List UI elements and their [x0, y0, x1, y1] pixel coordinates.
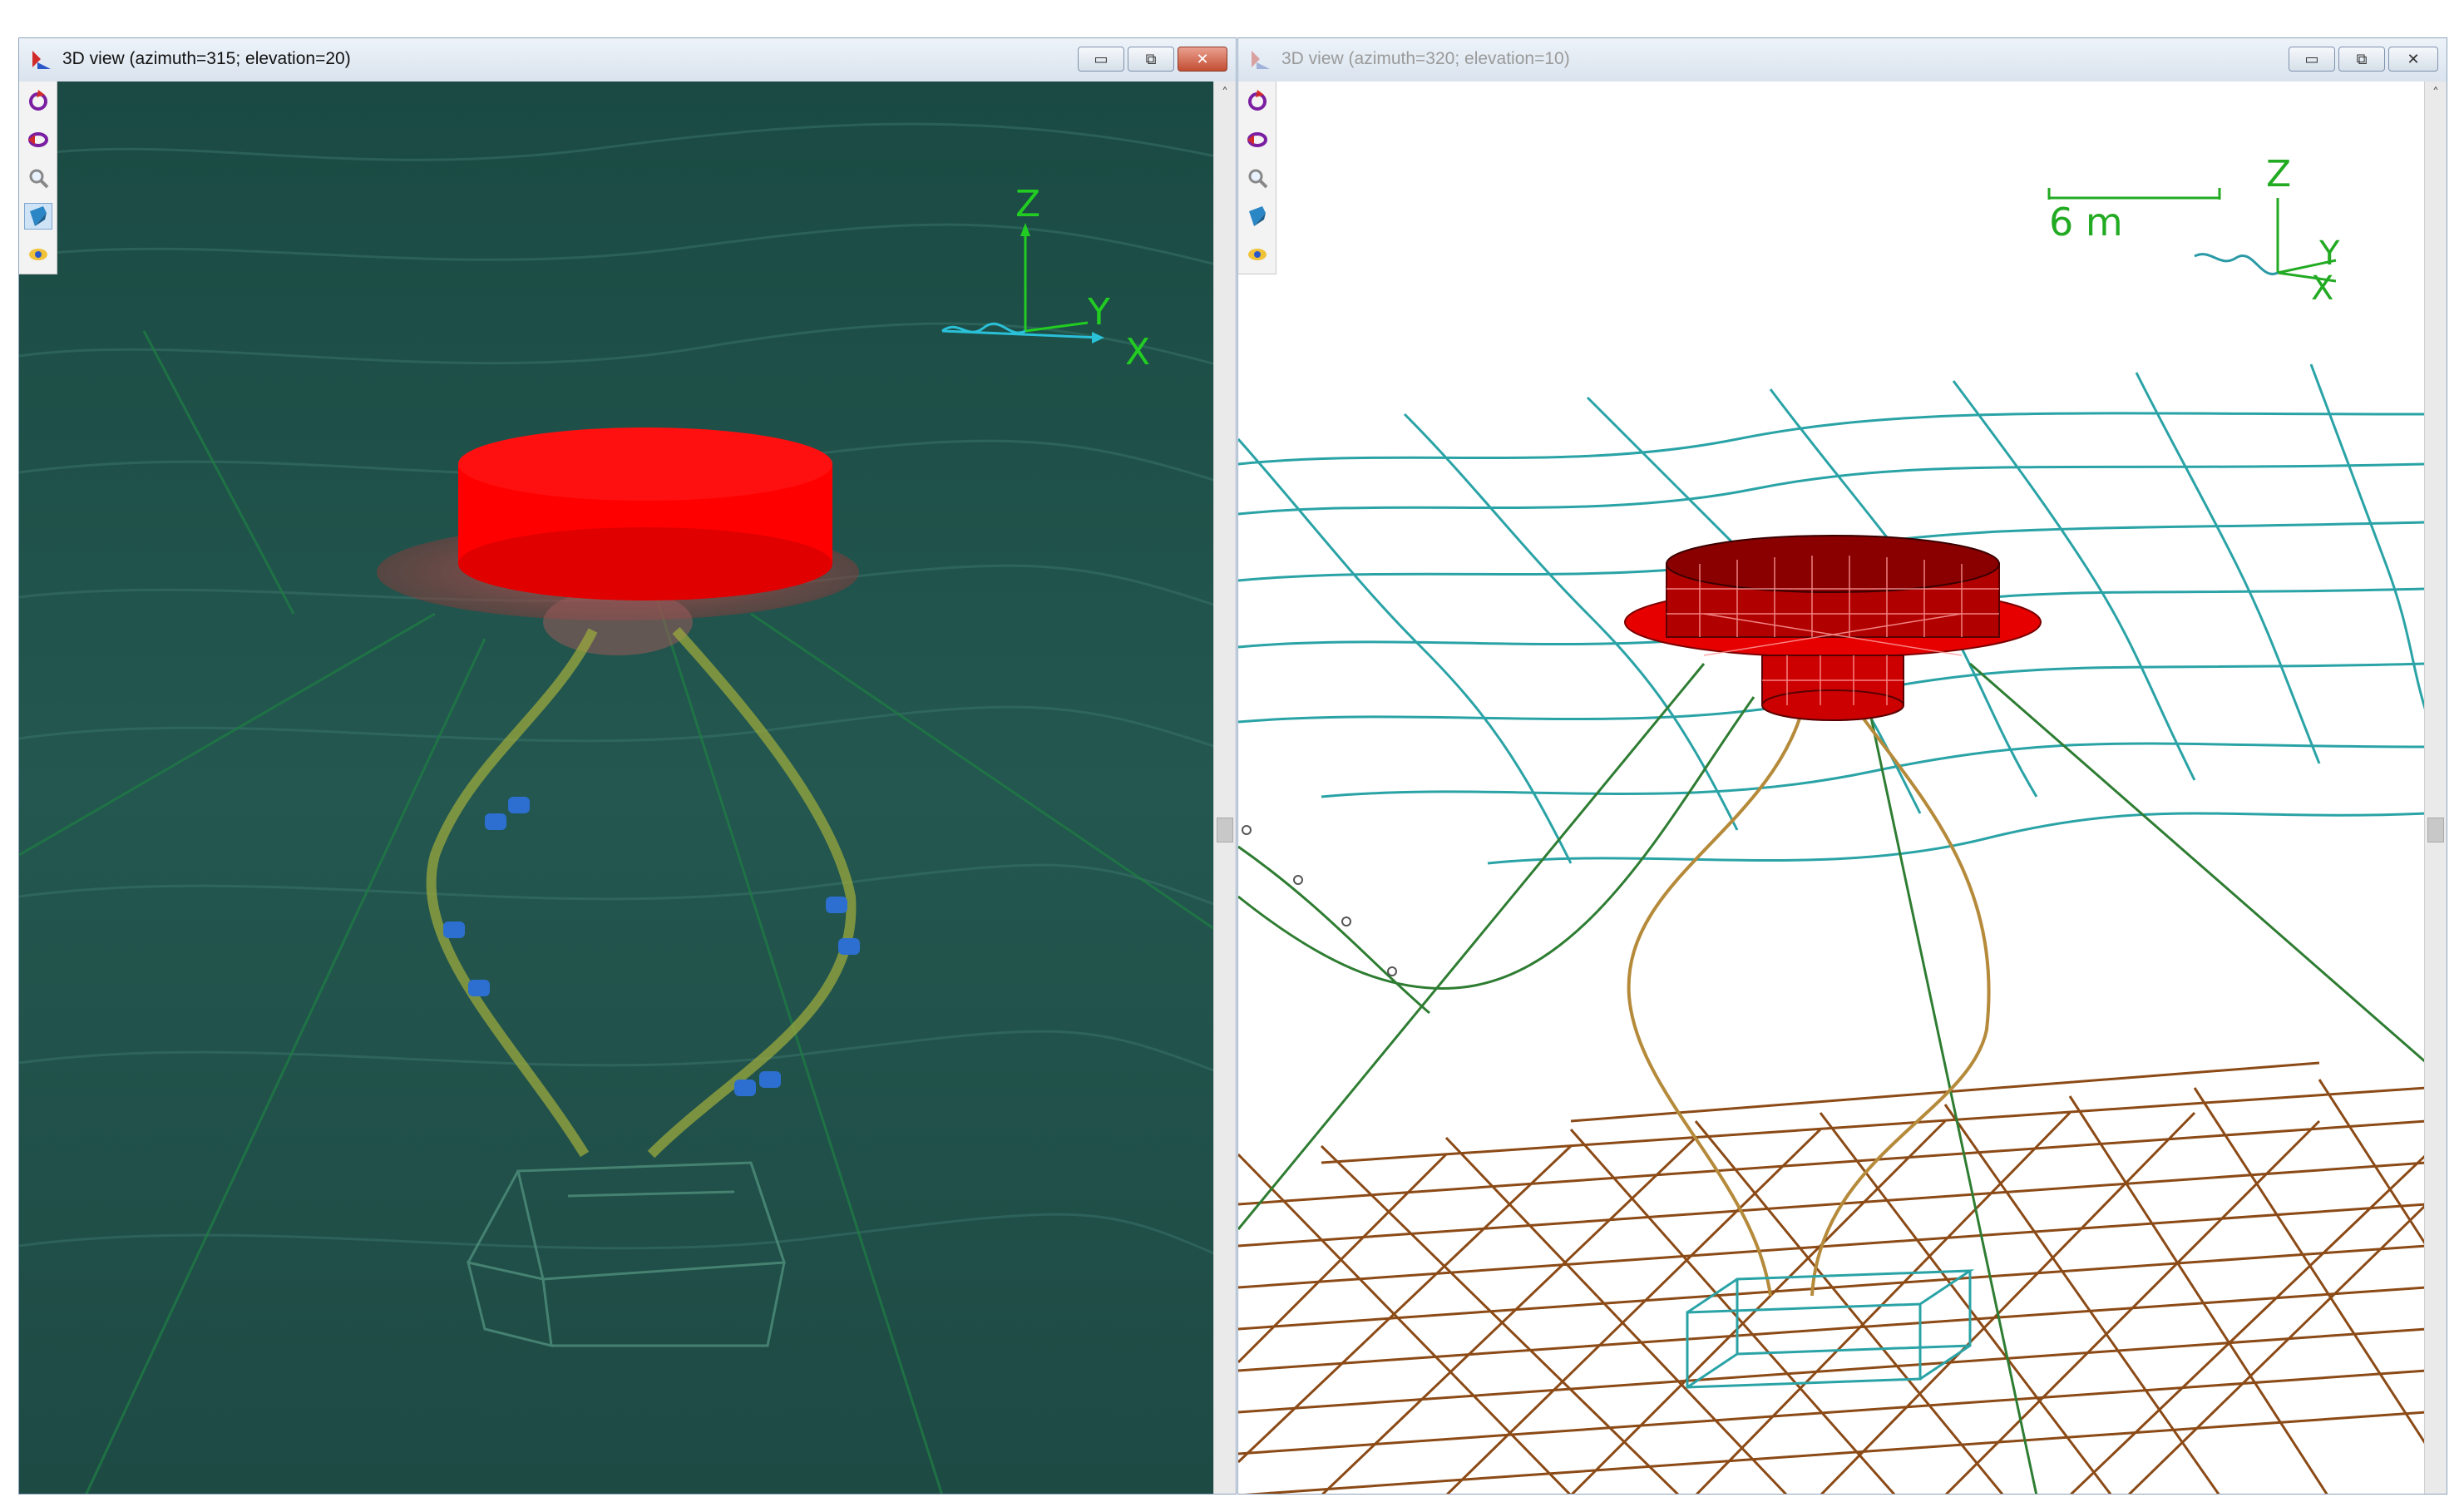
zoom-icon	[29, 169, 48, 189]
scroll-up-arrow-icon[interactable]: ˄	[2425, 85, 2447, 101]
x-axis-label: X	[1125, 331, 1150, 373]
scale-label: 6 m	[2049, 200, 2123, 245]
window-title: 3D view (azimuth=320; elevation=10)	[1281, 49, 1570, 68]
wireframe-3d-view-window: 3D view (azimuth=320; elevation=10) ▭ ⧉ …	[1237, 37, 2447, 1495]
view-toolbar	[19, 82, 57, 274]
z-axis-label: Z	[1015, 183, 1040, 225]
rotate-icon	[1247, 90, 1267, 111]
rotate-button[interactable]	[24, 88, 52, 115]
close-button[interactable]: ✕	[1178, 47, 1227, 72]
shaded-view-button[interactable]	[1243, 203, 1272, 230]
pan-icon	[27, 132, 48, 147]
scrollbar-thumb[interactable]	[2427, 818, 2444, 842]
view-options-icon	[28, 249, 47, 260]
maximize-button[interactable]: ⧉	[2338, 47, 2385, 72]
buoyancy-module	[826, 897, 847, 913]
buoy-body	[458, 427, 832, 600]
view-options-icon	[1247, 249, 1267, 260]
zoom-button[interactable]	[24, 165, 52, 191]
title-bar[interactable]: 3D view (azimuth=315; elevation=20) ▭ ⧉ …	[19, 38, 1236, 82]
view-options-button[interactable]	[24, 241, 52, 268]
shaded-view-icon	[1248, 206, 1266, 226]
3d-viewport-wireframe[interactable]: 6 m Z Y X	[1238, 82, 2425, 1494]
zoom-icon	[1248, 169, 1267, 189]
zoom-button[interactable]	[1243, 165, 1272, 191]
pan-icon	[1247, 132, 1267, 147]
view-options-button[interactable]	[1243, 241, 1272, 268]
buoyancy-module	[508, 797, 530, 813]
scrollbar-thumb[interactable]	[1217, 818, 1233, 842]
minimize-button[interactable]: ▭	[1078, 47, 1124, 72]
scroll-up-arrow-icon[interactable]: ˄	[1214, 85, 1236, 101]
buoyancy-module	[759, 1071, 781, 1088]
minimize-button[interactable]: ▭	[2289, 47, 2335, 72]
pan-button[interactable]	[24, 126, 52, 153]
x-axis-label: X	[2311, 269, 2333, 308]
y-axis-label: Y	[2318, 235, 2340, 273]
vertical-scrollbar[interactable]: ˄	[2424, 82, 2447, 1494]
buoyancy-module	[485, 813, 506, 830]
y-axis-label: Y	[1087, 291, 1110, 334]
view-toolbar	[1238, 82, 1276, 274]
window-title: 3D view (azimuth=315; elevation=20)	[62, 49, 351, 68]
app-icon	[32, 51, 51, 69]
close-button[interactable]: ✕	[2388, 47, 2438, 72]
buoyancy-module	[443, 922, 465, 938]
z-axis-label: Z	[2266, 153, 2291, 195]
rotate-icon	[28, 90, 47, 111]
pan-button[interactable]	[1243, 126, 1272, 153]
3d-viewport-shaded[interactable]: Z Y X	[19, 82, 1214, 1494]
shaded-3d-view-window: 3D view (azimuth=315; elevation=20) ▭ ⧉ …	[18, 37, 1237, 1495]
vertical-scrollbar[interactable]: ˄	[1213, 82, 1236, 1494]
shaded-view-icon	[29, 206, 47, 226]
shaded-view-button[interactable]	[23, 203, 52, 230]
maximize-button[interactable]: ⧉	[1128, 47, 1174, 72]
title-bar[interactable]: 3D view (azimuth=320; elevation=10) ▭ ⧉ …	[1238, 38, 2447, 82]
buoyancy-module	[468, 980, 490, 996]
buoyancy-module	[734, 1080, 756, 1096]
buoyancy-module	[838, 938, 860, 955]
rotate-button[interactable]	[1243, 88, 1272, 115]
app-icon	[1252, 51, 1270, 69]
